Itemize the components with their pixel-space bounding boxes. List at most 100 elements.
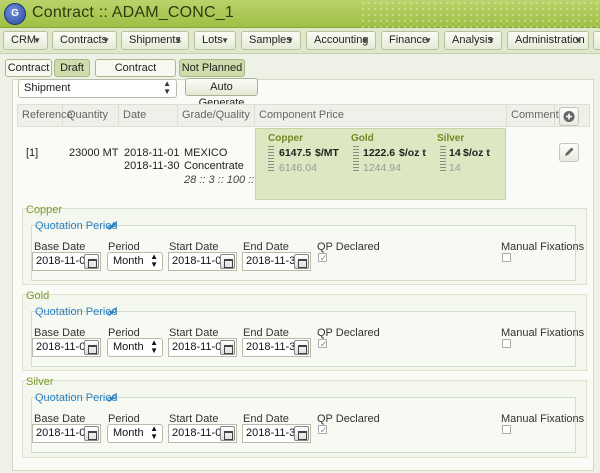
period-value: Month	[113, 341, 144, 353]
gold-manual-fixations-checkbox[interactable]	[502, 339, 511, 348]
copper-base-date-input[interactable]: 2018-11-01	[32, 252, 101, 271]
menu-overflow[interactable]	[593, 31, 600, 50]
calendar-icon[interactable]	[294, 426, 309, 441]
select-arrows-icon: ▲ ▼	[163, 79, 171, 96]
add-icon	[563, 111, 575, 122]
silver-price-value: 14	[449, 147, 461, 159]
window-title: Contract :: ADAM_CONC_1	[32, 4, 234, 21]
row-grade-type: Concentrate	[184, 160, 244, 172]
gold-manual-fixations-label: Manual Fixations	[501, 327, 585, 339]
copper-qp-declared-checkbox[interactable]: ✓	[318, 253, 327, 263]
silver-manual-fixations-checkbox[interactable]	[502, 425, 511, 434]
tab-draft[interactable]: Draft	[54, 59, 90, 77]
calendar-icon[interactable]	[220, 254, 235, 269]
shipment-select[interactable]: Shipment ▲ ▼	[18, 79, 177, 98]
chevron-down-icon: ▼	[574, 36, 582, 45]
gold-base-date-input[interactable]: 2018-11-01	[32, 338, 101, 357]
silver-price-reference: 14	[449, 162, 461, 174]
tab-contract-planning[interactable]: Contract Planning	[95, 59, 176, 90]
spinner-icon[interactable]	[440, 146, 446, 172]
chevron-down-icon: ▼	[487, 36, 495, 45]
row-date-start: 2018-11-01	[124, 147, 180, 159]
copper-qp-declared-label: QP Declared	[317, 241, 380, 253]
calendar-icon[interactable]	[84, 340, 99, 355]
spinner-icon[interactable]	[268, 146, 274, 172]
copper-start-date-input[interactable]: 2018-11-01	[168, 252, 237, 271]
checkmark-icon: ✓	[319, 339, 328, 349]
menu-accounting[interactable]: Accounting ▼	[306, 31, 376, 50]
copper-end-date-input[interactable]: 2018-11-30	[242, 252, 311, 271]
select-arrows-icon: ▲ ▼	[150, 252, 158, 269]
gold-qp-declared-checkbox[interactable]: ✓	[318, 339, 328, 349]
menu-samples[interactable]: Samples ▼	[241, 31, 301, 50]
link-icon[interactable]	[107, 307, 117, 317]
menu-analysis[interactable]: Analysis ▼	[444, 31, 502, 50]
gold-price-value: 1222.6	[363, 147, 396, 159]
checkmark-icon: ✓	[319, 425, 328, 435]
menu-administration[interactable]: Administration ▼	[507, 31, 589, 50]
calendar-icon[interactable]	[220, 426, 235, 441]
gold-price-label: Gold	[351, 133, 374, 144]
calendar-icon[interactable]	[84, 426, 99, 441]
gold-qp-title: Quotation Period	[35, 306, 118, 318]
gold-start-date-input[interactable]: 2018-11-01	[168, 338, 237, 357]
table-header: Reference Quantity Date Grade/Quality Co…	[17, 104, 590, 127]
app-logo: G	[4, 3, 26, 25]
add-row-button[interactable]	[559, 107, 579, 126]
link-icon[interactable]	[107, 221, 117, 231]
silver-period-select[interactable]: Month ▲ ▼	[107, 424, 163, 443]
chevron-down-icon: ▼	[361, 36, 369, 45]
menu-crm[interactable]: CRM ▼	[3, 31, 48, 50]
shipment-select-value: Shipment	[24, 82, 71, 94]
row-quantity: 23000 MT	[69, 147, 119, 159]
auto-generate-button[interactable]: Auto Generate	[185, 78, 258, 109]
silver-manual-fixations-label: Manual Fixations	[501, 413, 585, 425]
gold-period-select[interactable]: Month ▲ ▼	[107, 338, 163, 357]
copper-period-select[interactable]: Month ▲ ▼	[107, 252, 163, 271]
calendar-icon[interactable]	[220, 340, 235, 355]
silver-price-label: Silver	[437, 133, 465, 144]
gold-qp-declared-label: QP Declared	[317, 327, 380, 339]
gold-price-unit: $/oz t	[399, 147, 426, 159]
row-reference: [1]	[26, 147, 39, 159]
calendar-icon[interactable]	[84, 254, 99, 269]
column-header-reference: Reference	[18, 105, 73, 126]
row-date-end: 2018-11-30	[124, 160, 180, 172]
silver-end-date-input[interactable]: 2018-11-30	[242, 424, 311, 443]
column-header-component-price: Component Price	[255, 105, 507, 126]
component-price-box: Copper 6147.5 $/MT 6146.04 Gold 1222.6 $…	[255, 128, 506, 200]
silver-qp-declared-label: QP Declared	[317, 413, 380, 425]
silver-start-date-input[interactable]: 2018-11-01	[168, 424, 237, 443]
copper-manual-fixations-label: Manual Fixations	[501, 241, 585, 253]
tab-contract[interactable]: Contract	[5, 59, 52, 77]
title-bar: G Contract :: ADAM_CONC_1	[0, 0, 600, 28]
copper-manual-fixations-checkbox[interactable]	[502, 253, 511, 262]
column-header-grade: Grade/Quality	[178, 105, 255, 126]
menu-finance[interactable]: Finance ▼	[381, 31, 439, 50]
silver-base-date-input[interactable]: 2018-11-01	[32, 424, 101, 443]
chevron-down-icon: ▼	[33, 36, 41, 45]
link-icon[interactable]	[107, 393, 117, 403]
calendar-icon[interactable]	[294, 254, 309, 269]
copper-price-value: 6147.5	[279, 147, 312, 159]
select-arrows-icon: ▲ ▼	[150, 338, 158, 355]
edit-row-button[interactable]	[559, 143, 579, 162]
gold-end-date-input[interactable]: 2018-11-30	[242, 338, 311, 357]
calendar-icon[interactable]	[294, 340, 309, 355]
chevron-down-icon: ▼	[174, 36, 182, 45]
main-menu-bar: CRM ▼ Contracts ▼ Shipments ▼ Lots ▼ Samples…	[0, 28, 600, 54]
menu-lots[interactable]: Lots ▼	[194, 31, 236, 50]
copper-price-reference: 6146.04	[279, 162, 317, 174]
chevron-down-icon: ▼	[102, 36, 110, 45]
chevron-down-icon: ▼	[221, 36, 229, 45]
silver-section-title: Silver	[26, 376, 54, 388]
silver-qp-declared-checkbox[interactable]: ✓	[318, 425, 328, 435]
menu-contracts[interactable]: Contracts ▼	[52, 31, 117, 50]
menu-shipments[interactable]: Shipments ▼	[121, 31, 189, 50]
silver-qp-title: Quotation Period	[35, 392, 118, 404]
spinner-icon[interactable]	[353, 146, 359, 172]
menu-label: Lots	[202, 34, 223, 46]
copper-price-unit: $/MT	[315, 147, 339, 159]
tab-not-planned[interactable]: Not Planned	[179, 59, 245, 77]
silver-price-unit: $/oz t	[463, 147, 490, 159]
